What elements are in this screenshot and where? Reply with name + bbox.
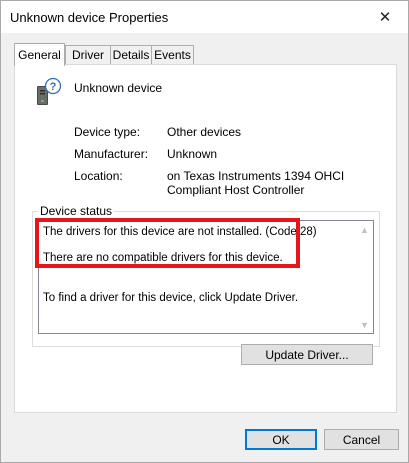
update-driver-button[interactable]: Update Driver... (241, 344, 373, 365)
tab-driver-label: Driver (72, 48, 104, 62)
ok-label: OK (272, 432, 290, 447)
svg-text:?: ? (50, 81, 57, 93)
device-type-value: Other devices (167, 125, 242, 139)
ok-button[interactable]: OK (245, 429, 317, 450)
cancel-button[interactable]: Cancel (324, 429, 399, 450)
tab-events[interactable]: Events (151, 45, 194, 64)
device-status-label: Device status (38, 204, 115, 218)
tab-driver[interactable]: Driver (65, 45, 111, 64)
properties-dialog: Unknown device Properties ✕ General Driv… (0, 0, 409, 463)
device-type-label: Device type: (74, 125, 141, 139)
status-scrollbar[interactable]: ▲ ▼ (356, 221, 373, 333)
close-icon: ✕ (378, 9, 392, 26)
cancel-label: Cancel (342, 432, 381, 447)
manufacturer-label: Manufacturer: (74, 147, 149, 161)
device-status-textbox[interactable]: The drivers for this device are not inst… (38, 220, 374, 334)
update-driver-label: Update Driver... (265, 347, 349, 362)
location-value: on Texas Instruments 1394 OHCI Compliant… (167, 169, 345, 197)
scroll-down-icon[interactable]: ▼ (356, 316, 373, 333)
title-bar: Unknown device Properties ✕ (1, 1, 408, 33)
status-line-compatibility: There are no compatible drivers for this… (43, 252, 283, 264)
tab-events-label: Events (154, 48, 191, 62)
status-line-instruction: To find a driver for this device, click … (43, 292, 299, 304)
location-label: Location: (74, 169, 123, 183)
status-line-code: The drivers for this device are not inst… (43, 226, 317, 238)
window-title: Unknown device Properties (10, 10, 169, 25)
manufacturer-value: Unknown (167, 147, 218, 161)
tab-details[interactable]: Details (110, 45, 152, 64)
device-name: Unknown device (74, 81, 163, 95)
close-button[interactable]: ✕ (362, 1, 408, 33)
tab-general-label: General (18, 48, 61, 62)
scroll-up-icon[interactable]: ▲ (356, 221, 373, 238)
tab-general[interactable]: General (14, 43, 65, 66)
tab-details-label: Details (112, 48, 150, 62)
unknown-device-icon: ? (37, 77, 62, 105)
